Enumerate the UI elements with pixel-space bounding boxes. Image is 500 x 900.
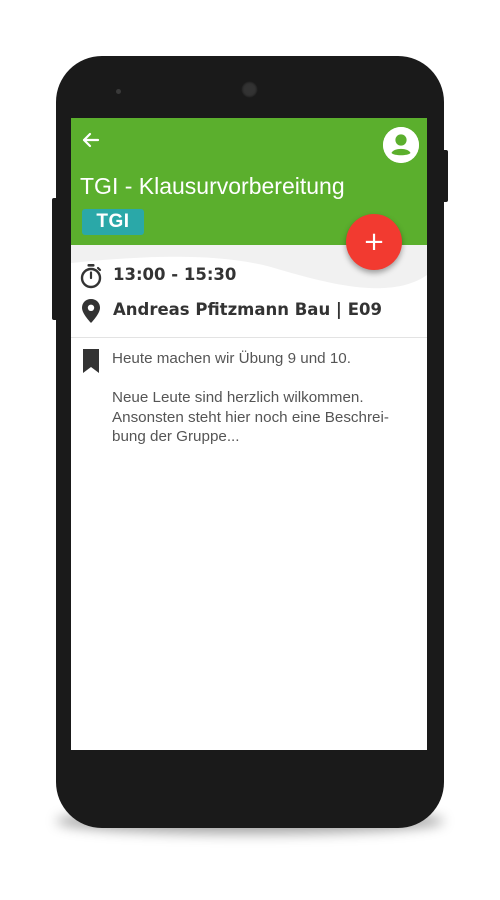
time-text: 13:00 - 15:30 (113, 265, 237, 284)
timer-icon (80, 264, 102, 289)
map-pin-icon (82, 299, 100, 323)
course-tag-badge: TGI (82, 209, 144, 235)
arrow-left-icon (82, 132, 100, 148)
description-line: Heute machen wir Übung 9 und 10. (112, 350, 351, 367)
page-title: TGI - Klausurvorbereitung (80, 173, 345, 199)
description-line: bung der Gruppe... (112, 428, 240, 445)
divider (71, 337, 427, 338)
proximity-sensor (116, 89, 121, 94)
back-button[interactable] (77, 126, 105, 154)
group-description: Heute machen wir Übung 9 und 10. Neue Le… (112, 349, 412, 447)
bookmark-icon (83, 349, 99, 373)
description-line: Ansonsten steht hier noch eine Beschrei- (112, 408, 389, 426)
time-row: 13:00 - 15:30 (71, 261, 427, 291)
description-line: Neue Leute sind herzlich wilkommen. (112, 389, 364, 406)
plus-icon: + (363, 227, 385, 257)
location-row: Andreas Pfitzmann Bau | E09 (71, 296, 427, 326)
app-screen: TGI - Klausurvorbereitung TGI + 13:00 - … (71, 118, 427, 750)
front-camera (241, 81, 258, 98)
account-button[interactable] (383, 127, 419, 163)
paragraph-spacer (112, 369, 412, 389)
device-mockup: TGI - Klausurvorbereitung TGI + 13:00 - … (0, 0, 500, 900)
location-text: Andreas Pfitzmann Bau | E09 (113, 300, 382, 319)
account-circle-icon (383, 127, 419, 163)
